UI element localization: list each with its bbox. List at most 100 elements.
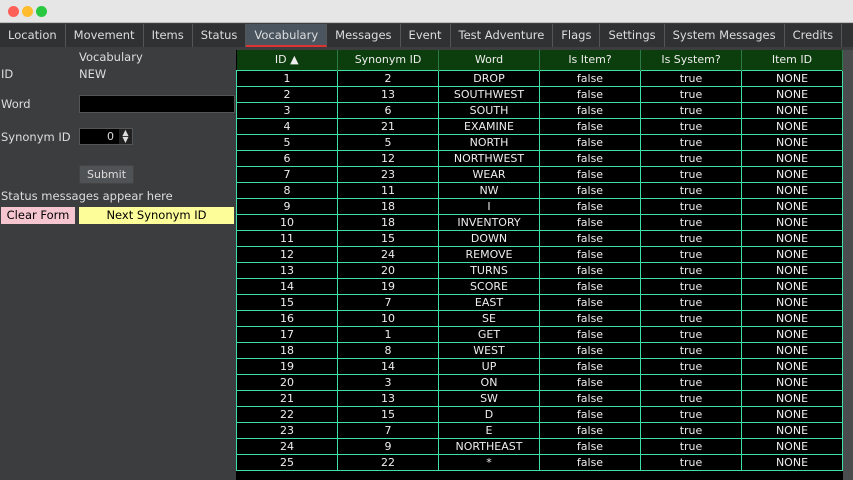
table-cell[interactable]: false [539,325,641,343]
table-row[interactable]: 2 13 SOUTHWEST false true NONE [236,85,843,103]
table-cell[interactable]: NONE [741,149,843,167]
table-cell[interactable]: 1 [236,69,338,87]
scrollbar[interactable] [843,50,853,480]
spinner-arrows-icon[interactable]: ▲ ▼ [119,129,132,144]
table-cell[interactable]: true [640,341,742,359]
table-cell[interactable]: SCORE [438,277,540,295]
table-cell[interactable]: 21 [236,389,338,407]
table-cell[interactable]: SOUTHWEST [438,85,540,103]
table-cell[interactable]: false [539,453,641,471]
table-cell[interactable]: true [640,197,742,215]
table-cell[interactable]: 19 [337,277,439,295]
table-cell[interactable]: 7 [236,165,338,183]
table-cell[interactable]: false [539,229,641,247]
table-cell[interactable]: false [539,213,641,231]
table-cell[interactable]: 18 [337,213,439,231]
table-cell[interactable]: EXAMINE [438,117,540,135]
table-cell[interactable]: NONE [741,165,843,183]
table-cell[interactable]: true [640,229,742,247]
table-cell[interactable]: 9 [337,437,439,455]
table-cell[interactable]: true [640,373,742,391]
table-cell[interactable]: true [640,405,742,423]
table-cell[interactable]: SE [438,309,540,327]
table-cell[interactable]: UP [438,357,540,375]
table-row[interactable]: 12 24 REMOVE false true NONE [236,245,843,263]
minimize-button[interactable] [22,6,33,17]
table-cell[interactable]: 22 [236,405,338,423]
table-cell[interactable]: 22 [337,453,439,471]
table-cell[interactable]: false [539,373,641,391]
table-cell[interactable]: false [539,437,641,455]
tab-location[interactable]: Location [0,24,66,47]
table-cell[interactable]: 11 [236,229,338,247]
table-cell[interactable]: REMOVE [438,245,540,263]
table-cell[interactable]: false [539,165,641,183]
clear-form-button[interactable]: Clear Form [1,207,75,224]
table-cell[interactable]: 7 [337,293,439,311]
table-cell[interactable]: 7 [337,421,439,439]
table-cell[interactable]: NONE [741,69,843,87]
table-cell[interactable]: 12 [337,149,439,167]
table-cell[interactable]: false [539,117,641,135]
table-cell[interactable]: NONE [741,181,843,199]
table-cell[interactable]: NONE [741,133,843,151]
table-cell[interactable]: 12 [236,245,338,263]
tab-messages[interactable]: Messages [327,24,401,47]
table-cell[interactable]: TURNS [438,261,540,279]
table-cell[interactable]: 13 [337,85,439,103]
table-cell[interactable]: 10 [337,309,439,327]
table-cell[interactable]: NONE [741,453,843,471]
table-cell[interactable]: 18 [236,341,338,359]
table-row[interactable]: 24 9 NORTHEAST false true NONE [236,437,843,455]
table-cell[interactable]: NONE [741,277,843,295]
table-cell[interactable]: WEAR [438,165,540,183]
table-cell[interactable]: 13 [337,389,439,407]
table-cell[interactable]: false [539,101,641,119]
tab-system-messages[interactable]: System Messages [665,24,785,47]
table-cell[interactable]: 8 [236,181,338,199]
table-cell[interactable]: NONE [741,325,843,343]
table-row[interactable]: 25 22 * false true NONE [236,453,843,471]
table-cell[interactable]: NONE [741,405,843,423]
synonym-id-spinner[interactable]: 0 ▲ ▼ [79,128,133,145]
tab-movement[interactable]: Movement [66,24,144,47]
table-row[interactable]: 13 20 TURNS false true NONE [236,261,843,279]
table-cell[interactable]: NONE [741,85,843,103]
table-cell[interactable]: WEST [438,341,540,359]
zoom-button[interactable] [36,6,47,17]
table-row[interactable]: 17 1 GET false true NONE [236,325,843,343]
table-cell[interactable]: NONE [741,197,843,215]
table-cell[interactable]: false [539,69,641,87]
table-cell[interactable]: false [539,85,641,103]
table-cell[interactable]: 18 [337,197,439,215]
table-row[interactable]: 10 18 INVENTORY false true NONE [236,213,843,231]
table-cell[interactable]: false [539,277,641,295]
table-cell[interactable]: INVENTORY [438,213,540,231]
table-cell[interactable]: NONE [741,229,843,247]
column-header[interactable]: Is Item? [539,50,641,70]
table-row[interactable]: 8 11 NW false true NONE [236,181,843,199]
table-cell[interactable]: true [640,213,742,231]
table-cell[interactable]: true [640,261,742,279]
table-cell[interactable]: 15 [236,293,338,311]
table-cell[interactable]: SW [438,389,540,407]
table-cell[interactable]: NONE [741,309,843,327]
table-cell[interactable]: 5 [236,133,338,151]
table-cell[interactable]: NONE [741,341,843,359]
table-row[interactable]: 6 12 NORTHWEST false true NONE [236,149,843,167]
table-cell[interactable]: NONE [741,421,843,439]
table-cell[interactable]: false [539,293,641,311]
tab-flags[interactable]: Flags [553,24,601,47]
table-cell[interactable]: true [640,85,742,103]
table-cell[interactable]: 2 [337,69,439,87]
close-button[interactable] [8,6,19,17]
table-cell[interactable]: DOWN [438,229,540,247]
table-cell[interactable]: true [640,421,742,439]
table-cell[interactable]: false [539,197,641,215]
table-cell[interactable]: false [539,133,641,151]
table-cell[interactable]: 19 [236,357,338,375]
table-cell[interactable]: DROP [438,69,540,87]
table-row[interactable]: 15 7 EAST false true NONE [236,293,843,311]
table-cell[interactable]: 21 [337,117,439,135]
table-cell[interactable]: 2 [236,85,338,103]
